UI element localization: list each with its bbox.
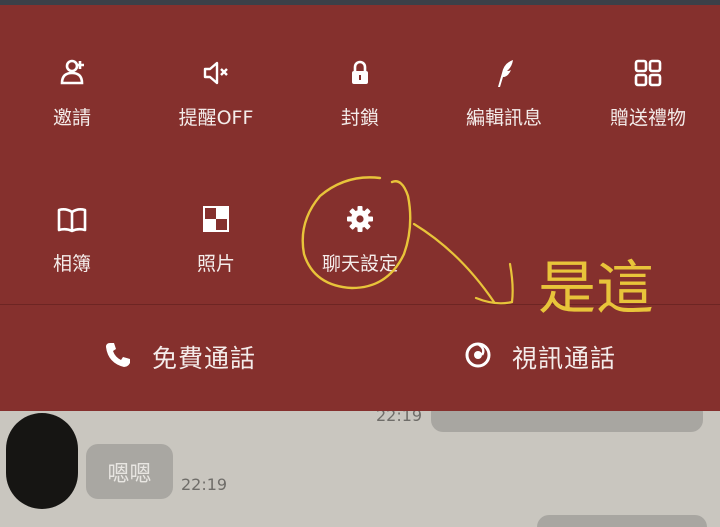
mute-icon xyxy=(200,57,232,89)
outgoing-message-bubble[interactable] xyxy=(431,411,703,432)
book-icon xyxy=(56,203,88,235)
invite-icon xyxy=(56,57,88,89)
video-call-icon xyxy=(464,341,492,373)
avatar[interactable] xyxy=(6,413,78,509)
menu-item-photos[interactable]: 照片 xyxy=(146,203,286,276)
video-call-label: 視訊通話 xyxy=(512,344,617,373)
menu-item-label: 照片 xyxy=(196,253,235,275)
menu-item-block[interactable]: 封鎖 xyxy=(290,57,430,130)
lock-icon xyxy=(344,57,376,89)
message-time: 22:19 xyxy=(181,475,228,494)
menu-item-label: 聊天設定 xyxy=(321,253,398,275)
menu-item-edit-message[interactable]: 編輯訊息 xyxy=(434,57,574,130)
free-call-button[interactable]: 免費通話 xyxy=(104,337,256,377)
photo-icon xyxy=(200,203,232,235)
menu-item-chat-settings[interactable]: 聊天設定 xyxy=(290,203,430,276)
menu-item-mute[interactable]: 提醒OFF xyxy=(146,57,286,130)
menu-item-album[interactable]: 相簿 xyxy=(2,203,142,276)
outgoing-message-bubble[interactable] xyxy=(537,515,707,527)
grid-icon xyxy=(632,57,664,89)
video-call-button[interactable]: 視訊通話 xyxy=(464,337,616,377)
chat-messages: 22:19 嗯嗯 22:19 xyxy=(0,411,720,527)
free-call-label: 免費通話 xyxy=(152,344,257,373)
menu-item-label: 邀請 xyxy=(52,107,91,129)
message-text: 嗯嗯 xyxy=(107,461,152,487)
chat-room-menu: 邀請 提醒OFF 封鎖 編輯訊息 贈送禮物 相簿 照片 聊天設定 免費通話 視訊… xyxy=(0,5,720,411)
menu-divider xyxy=(0,304,720,305)
menu-item-label: 相簿 xyxy=(52,253,91,275)
feather-icon xyxy=(488,57,520,89)
phone-icon xyxy=(104,341,132,373)
menu-item-send-gift[interactable]: 贈送禮物 xyxy=(578,57,718,130)
menu-item-label: 封鎖 xyxy=(340,107,379,129)
incoming-message-bubble[interactable]: 嗯嗯 xyxy=(86,444,173,499)
menu-item-invite[interactable]: 邀請 xyxy=(2,57,142,130)
message-time: 22:19 xyxy=(376,411,423,425)
gear-icon xyxy=(344,203,376,235)
menu-item-label: 贈送禮物 xyxy=(609,107,686,129)
menu-item-label: 提醒OFF xyxy=(178,107,254,129)
menu-item-label: 編輯訊息 xyxy=(465,107,542,129)
